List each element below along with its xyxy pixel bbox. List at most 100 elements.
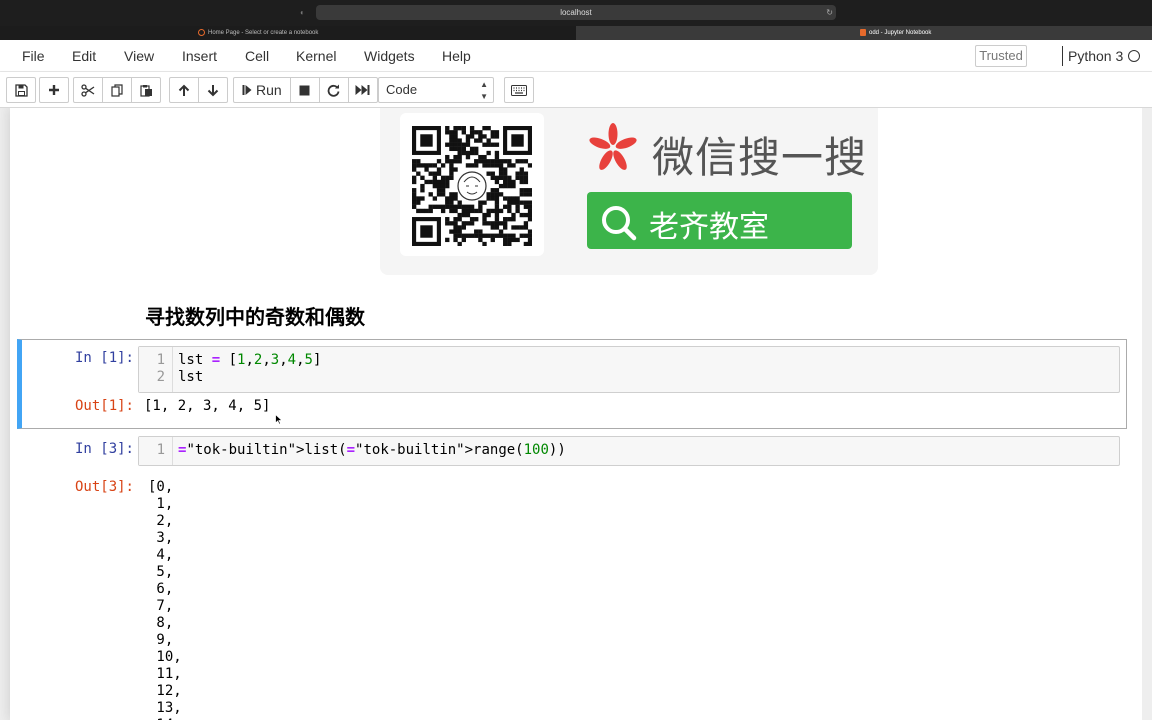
output-line: 10, xyxy=(148,649,182,665)
save-button[interactable] xyxy=(6,77,36,103)
line-number-gutter: 1 xyxy=(139,437,173,465)
address-text: localhost xyxy=(560,8,592,17)
code-cell-selected[interactable]: In [1]: 1 2 lst = [1,2,3,4,5] lst Out[1]… xyxy=(17,339,1127,429)
code-cell[interactable]: In [3]: 1 ="tok-builtin">list(="tok-buil… xyxy=(17,433,1127,720)
stop-icon xyxy=(299,85,310,96)
promo-banner: 微信搜一搜 老齐教室 xyxy=(380,108,878,275)
notebook-favicon-icon xyxy=(860,28,866,36)
paste-button[interactable] xyxy=(131,77,161,103)
output-text: [1, 2, 3, 4, 5] xyxy=(144,398,271,414)
kernel-name[interactable]: Python 3 xyxy=(1068,40,1123,72)
cell-type-value: Code xyxy=(386,82,418,97)
jupyter-favicon-icon xyxy=(198,28,205,36)
select-arrows-icon: ▲ ▼ xyxy=(480,80,488,101)
output-line: 2, xyxy=(148,513,174,529)
arrow-down-icon xyxy=(207,84,219,97)
scissors-icon xyxy=(81,83,95,97)
move-down-button[interactable] xyxy=(198,77,228,103)
step-forward-icon xyxy=(242,84,252,96)
qr-code-card xyxy=(400,113,544,256)
restart-run-all-button[interactable] xyxy=(347,77,378,103)
cell-type-select[interactable]: Code ▲ ▼ xyxy=(378,77,494,103)
paste-icon xyxy=(139,84,153,97)
promo-search-term: 老齐教室 xyxy=(649,210,769,245)
keyboard-icon xyxy=(511,84,527,96)
menu-view[interactable]: View xyxy=(124,40,154,72)
code-text: ="tok-builtin">list(="tok-builtin">range… xyxy=(178,442,566,458)
line-number-gutter: 1 2 xyxy=(139,347,173,392)
menubar: File Edit View Insert Cell Kernel Widget… xyxy=(0,40,1152,72)
wechat-search-label: 微信搜一搜 xyxy=(652,133,868,182)
menu-file[interactable]: File xyxy=(22,40,45,72)
wechat-search-logo-icon xyxy=(589,123,637,170)
notebook-page: 微信搜一搜 老齐教室 寻找数列中的奇数和偶数 In [1]: 1 2 lst =… xyxy=(10,108,1142,720)
run-button[interactable]: Run xyxy=(233,77,291,103)
shield-icon: ◐ xyxy=(300,8,305,17)
promo-search-bar: 老齐教室 xyxy=(587,192,852,249)
output-line: [0, xyxy=(148,479,174,495)
insert-cell-button[interactable] xyxy=(39,77,69,103)
line-number: 1 xyxy=(156,442,165,458)
output-prompt: Out[1]: xyxy=(74,398,134,414)
menu-insert[interactable]: Insert xyxy=(182,40,217,72)
menu-edit[interactable]: Edit xyxy=(72,40,96,72)
arrow-up-icon xyxy=(178,84,190,97)
output-line: 9, xyxy=(148,632,174,648)
output-line: 4, xyxy=(148,547,174,563)
output-line: 3, xyxy=(148,530,174,546)
address-bar[interactable]: ◐ localhost ↻ xyxy=(300,5,836,20)
output-line: 7, xyxy=(148,598,174,614)
code-text: lst xyxy=(178,369,204,385)
line-number: 2 xyxy=(156,369,165,385)
plus-icon xyxy=(48,84,60,96)
code-line-1: lst = [1,2,3,4,5] xyxy=(178,352,321,369)
code-text: lst = [1,2,3,4,5] xyxy=(178,352,322,368)
code-line-2: lst xyxy=(178,369,203,386)
menu-help[interactable]: Help xyxy=(442,40,471,72)
search-icon xyxy=(599,203,639,248)
copy-icon xyxy=(110,83,124,97)
input-prompt: In [3]: xyxy=(74,441,134,457)
code-editor[interactable]: 1 2 lst = [1,2,3,4,5] lst xyxy=(138,346,1120,393)
cut-button[interactable] xyxy=(73,77,103,103)
restart-icon xyxy=(327,84,340,97)
output-line: 1, xyxy=(148,496,174,512)
browser-tab-home[interactable]: Home Page - Select or create a notebook xyxy=(0,26,576,40)
kernel-idle-icon xyxy=(1128,50,1140,62)
menu-widgets[interactable]: Widgets xyxy=(364,40,415,72)
tab-title: Home Page - Select or create a notebook xyxy=(208,30,319,36)
save-icon xyxy=(14,83,28,97)
menu-cell[interactable]: Cell xyxy=(245,40,269,72)
output-line: 12, xyxy=(148,683,182,699)
output-line: 6, xyxy=(148,581,174,597)
qr-code-icon xyxy=(412,126,532,246)
notebook-toolbar: Run Code ▲ ▼ xyxy=(0,72,1152,108)
menu-kernel[interactable]: Kernel xyxy=(296,40,336,72)
output-line: 13, xyxy=(148,700,182,716)
command-palette-button[interactable] xyxy=(504,77,534,103)
output-prompt: Out[3]: xyxy=(74,479,134,495)
interrupt-button[interactable] xyxy=(289,77,320,103)
output-line: 11, xyxy=(148,666,182,682)
restart-button[interactable] xyxy=(318,77,349,103)
trusted-indicator[interactable]: Trusted xyxy=(975,45,1027,67)
browser-title-bar: ◐ localhost ↻ xyxy=(0,0,1152,26)
output-line: 5, xyxy=(148,564,174,580)
line-number: 1 xyxy=(156,352,165,368)
copy-button[interactable] xyxy=(102,77,132,103)
code-editor[interactable]: 1 ="tok-builtin">list(="tok-builtin">ran… xyxy=(138,436,1120,466)
kernel-divider xyxy=(1062,46,1063,66)
notebook-container[interactable]: 微信搜一搜 老齐教室 寻找数列中的奇数和偶数 In [1]: 1 2 lst =… xyxy=(0,108,1152,720)
code-line-1: ="tok-builtin">list(="tok-builtin">range… xyxy=(178,442,566,459)
browser-tab-notebook[interactable]: odd - Jupyter Notebook xyxy=(576,26,1152,40)
input-prompt: In [1]: xyxy=(74,350,134,366)
fast-forward-icon xyxy=(355,84,370,96)
window-edge xyxy=(1142,108,1152,720)
move-up-button[interactable] xyxy=(169,77,199,103)
tab-title: odd - Jupyter Notebook xyxy=(869,30,932,36)
output-line: 8, xyxy=(148,615,174,631)
markdown-heading[interactable]: 寻找数列中的奇数和偶数 xyxy=(145,301,365,330)
reload-icon[interactable]: ↻ xyxy=(826,5,833,20)
browser-tab-strip: Home Page - Select or create a notebook … xyxy=(0,26,1152,40)
mouse-pointer-icon xyxy=(275,414,283,425)
